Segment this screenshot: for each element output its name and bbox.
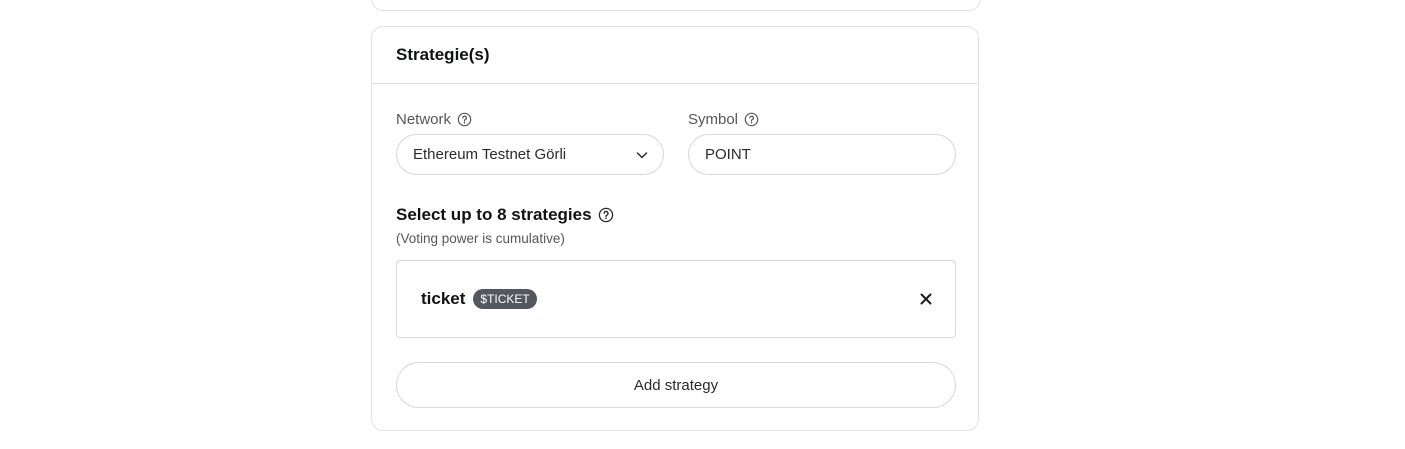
strategies-help-icon[interactable] [598,207,614,223]
network-select[interactable]: Ethereum Testnet Görli [396,134,664,175]
chevron-down-icon [636,152,648,159]
symbol-label-row: Symbol [688,111,759,128]
network-help-icon[interactable] [457,112,472,127]
strategy-item[interactable]: ticket $TICKET [396,260,956,338]
previous-card [371,0,981,11]
strategies-card: Strategie(s) Network Ethereum Testnet Gö… [371,26,979,431]
symbol-input[interactable] [705,146,935,163]
strategy-name: ticket [421,289,466,308]
strategies-title: Select up to 8 strategies [396,205,592,224]
network-label-row: Network [396,111,472,128]
network-selected-value: Ethereum Testnet Görli [413,146,567,163]
close-icon[interactable] [919,292,933,306]
symbol-help-icon[interactable] [744,112,759,127]
symbol-input-wrapper[interactable] [688,134,956,175]
card-title: Strategie(s) [372,27,978,84]
strategy-symbol-badge: $TICKET [473,289,537,309]
strategies-title-row: Select up to 8 strategies [396,205,614,225]
strategies-subtitle: (Voting power is cumulative) [396,231,565,246]
network-label: Network [396,111,452,128]
add-strategy-button[interactable]: Add strategy [396,362,956,408]
symbol-label: Symbol [688,111,739,128]
